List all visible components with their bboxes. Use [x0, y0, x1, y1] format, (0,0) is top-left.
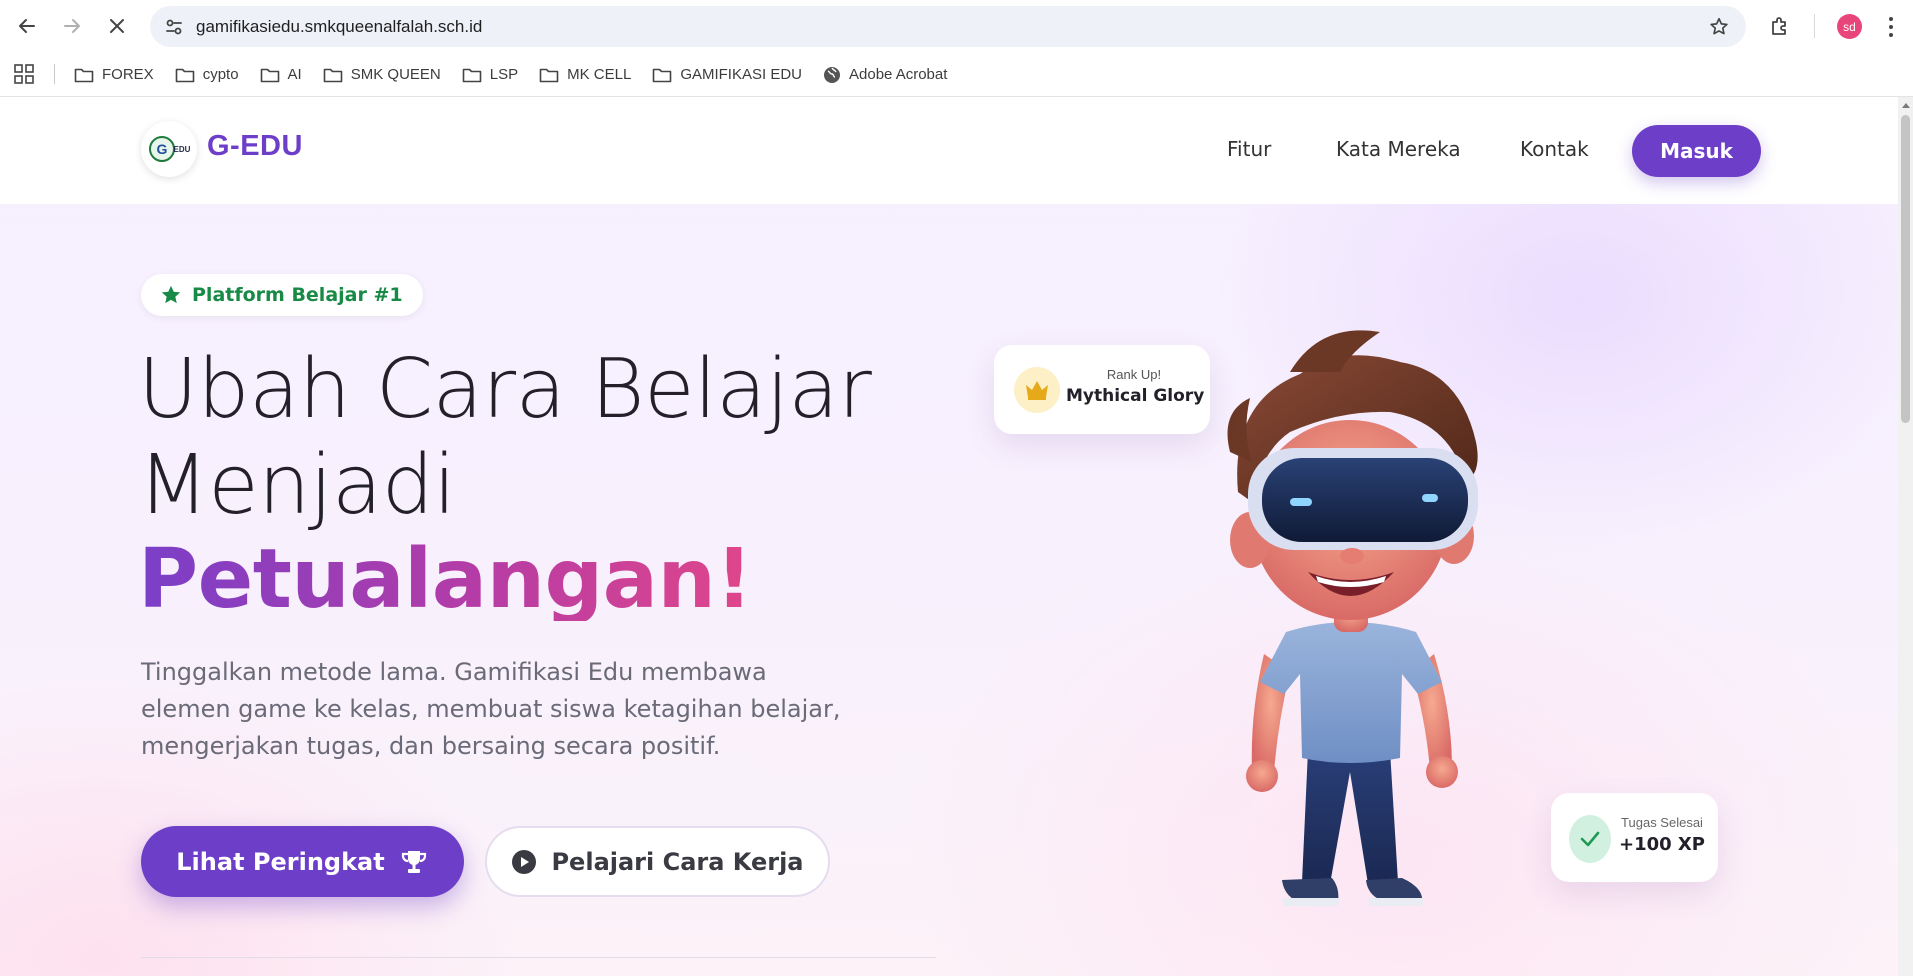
learn-how-it-works-button[interactable]: Pelajari Cara Kerja: [485, 826, 830, 897]
bookmark-label: cypto: [202, 66, 239, 83]
trophy-icon: [401, 850, 426, 873]
folder-icon: [175, 68, 194, 82]
play-circle-icon: [512, 849, 537, 874]
nav-link-kontak[interactable]: Kontak: [1520, 137, 1589, 161]
badge-text: Platform Belajar #1: [192, 284, 403, 306]
bookmark-adobe-acrobat[interactable]: Adobe Acrobat: [823, 66, 947, 84]
stop-loading-button[interactable]: [101, 10, 133, 42]
hero-description: Tinggalkan metode lama. Gamifikasi Edu m…: [141, 658, 841, 760]
bookmark-smk-queen[interactable]: SMK QUEEN: [323, 66, 441, 83]
hero-title-line-2: Menjadi: [138, 438, 456, 533]
bookmark-label: MK CELL: [567, 66, 632, 83]
bookmarks-separator: [54, 64, 55, 84]
logo-edu-text: EDU: [174, 145, 191, 154]
platform-badge: Platform Belajar #1: [141, 274, 423, 316]
bookmark-label: LSP: [489, 66, 519, 83]
bookmark-label: FOREX: [102, 66, 154, 83]
nav-link-kata-mereka[interactable]: Kata Mereka: [1336, 137, 1461, 161]
task-complete-label: Tugas Selesai: [1621, 815, 1703, 830]
view-leaderboard-label: Lihat Peringkat: [176, 847, 385, 876]
bookmark-ai[interactable]: AI: [260, 66, 302, 83]
crown-icon: [1026, 381, 1048, 400]
hero-title-accent: Petualangan!: [138, 532, 753, 627]
arrow-right-icon: [64, 19, 80, 33]
folder-icon: [539, 68, 559, 82]
extensions-puzzle-icon[interactable]: [1768, 14, 1792, 38]
learn-how-it-works-label: Pelajari Cara Kerja: [551, 847, 804, 876]
bookmark-cypto[interactable]: cypto: [175, 66, 239, 83]
check-icon-wrap: [1569, 815, 1611, 863]
vr-boy-illustration: [1227, 330, 1478, 906]
bookmark-label: GAMIFIKASI EDU: [680, 66, 802, 83]
rank-up-label: Rank Up!: [1106, 367, 1162, 382]
address-bar[interactable]: gamifikasiedu.smkqueenalfalah.sch.id: [150, 6, 1746, 47]
svg-text:G: G: [157, 141, 168, 157]
bookmark-label: SMK QUEEN: [350, 66, 441, 83]
bookmark-label: AI: [287, 66, 302, 83]
bookmark-star-icon[interactable]: [1708, 16, 1730, 38]
task-complete-value: +100 XP: [1619, 834, 1705, 855]
view-leaderboard-button[interactable]: Lihat Peringkat: [141, 826, 464, 897]
hero-title-line-1: Ubah Cara Belajar: [138, 342, 872, 437]
bookmark-list: FOREX cypto AI SMK QUEEN LSP MK CELL GAM…: [74, 52, 968, 97]
forward-button[interactable]: [56, 10, 88, 42]
task-complete-card: Tugas Selesai +100 XP: [1551, 793, 1718, 882]
brand-name[interactable]: G-EDU: [207, 130, 303, 163]
login-button[interactable]: Masuk: [1632, 125, 1761, 177]
back-button[interactable]: [11, 10, 43, 42]
scrollbar-thumb[interactable]: [1901, 115, 1910, 423]
scroll-up-arrow-icon[interactable]: [1902, 103, 1910, 108]
nav-link-fitur[interactable]: Fitur: [1227, 137, 1271, 161]
bookmark-mk-cell[interactable]: MK CELL: [539, 66, 631, 83]
bookmark-forex[interactable]: FOREX: [74, 66, 154, 83]
close-icon: [110, 19, 124, 33]
more-menu-icon[interactable]: [1883, 14, 1899, 40]
profile-avatar[interactable]: sd: [1837, 14, 1862, 39]
crown-icon-wrap: [1014, 367, 1060, 413]
rank-up-card: Rank Up! Mythical Glory: [994, 345, 1210, 434]
browser-toolbar: gamifikasiedu.smkqueenalfalah.sch.id sd: [0, 0, 1913, 52]
site-settings-icon[interactable]: [164, 17, 184, 37]
bookmark-label: Adobe Acrobat: [849, 66, 948, 83]
rank-up-value: Mythical Glory: [1066, 386, 1205, 406]
folder-icon: [653, 68, 672, 82]
folder-icon: [323, 68, 343, 82]
bookmark-gamifikasi-edu[interactable]: GAMIFIKASI EDU: [652, 66, 802, 83]
toolbar-separator: [1814, 14, 1815, 38]
site-header: G EDU G-EDU Fitur Kata Mereka Kontak Mas…: [0, 97, 1898, 204]
hero-divider: [141, 957, 936, 958]
bookmarks-bar: FOREX cypto AI SMK QUEEN LSP MK CELL GAM…: [0, 52, 1913, 97]
folder-icon: [74, 68, 94, 82]
check-icon: [1580, 831, 1600, 847]
arrow-left-icon: [19, 19, 35, 33]
site-logo[interactable]: G EDU: [141, 121, 197, 177]
folder-icon: [462, 68, 482, 82]
bookmark-lsp[interactable]: LSP: [462, 66, 518, 83]
url-text[interactable]: gamifikasiedu.smkqueenalfalah.sch.id: [196, 17, 482, 37]
globe-icon: [824, 66, 840, 83]
folder-icon: [260, 68, 279, 82]
page-scrollbar[interactable]: [1898, 97, 1913, 976]
web-page: G EDU G-EDU Fitur Kata Mereka Kontak Mas…: [0, 97, 1898, 976]
star-icon: [161, 285, 181, 304]
logo-mark-icon: G EDU: [149, 136, 191, 162]
apps-grid-icon[interactable]: [14, 64, 34, 84]
